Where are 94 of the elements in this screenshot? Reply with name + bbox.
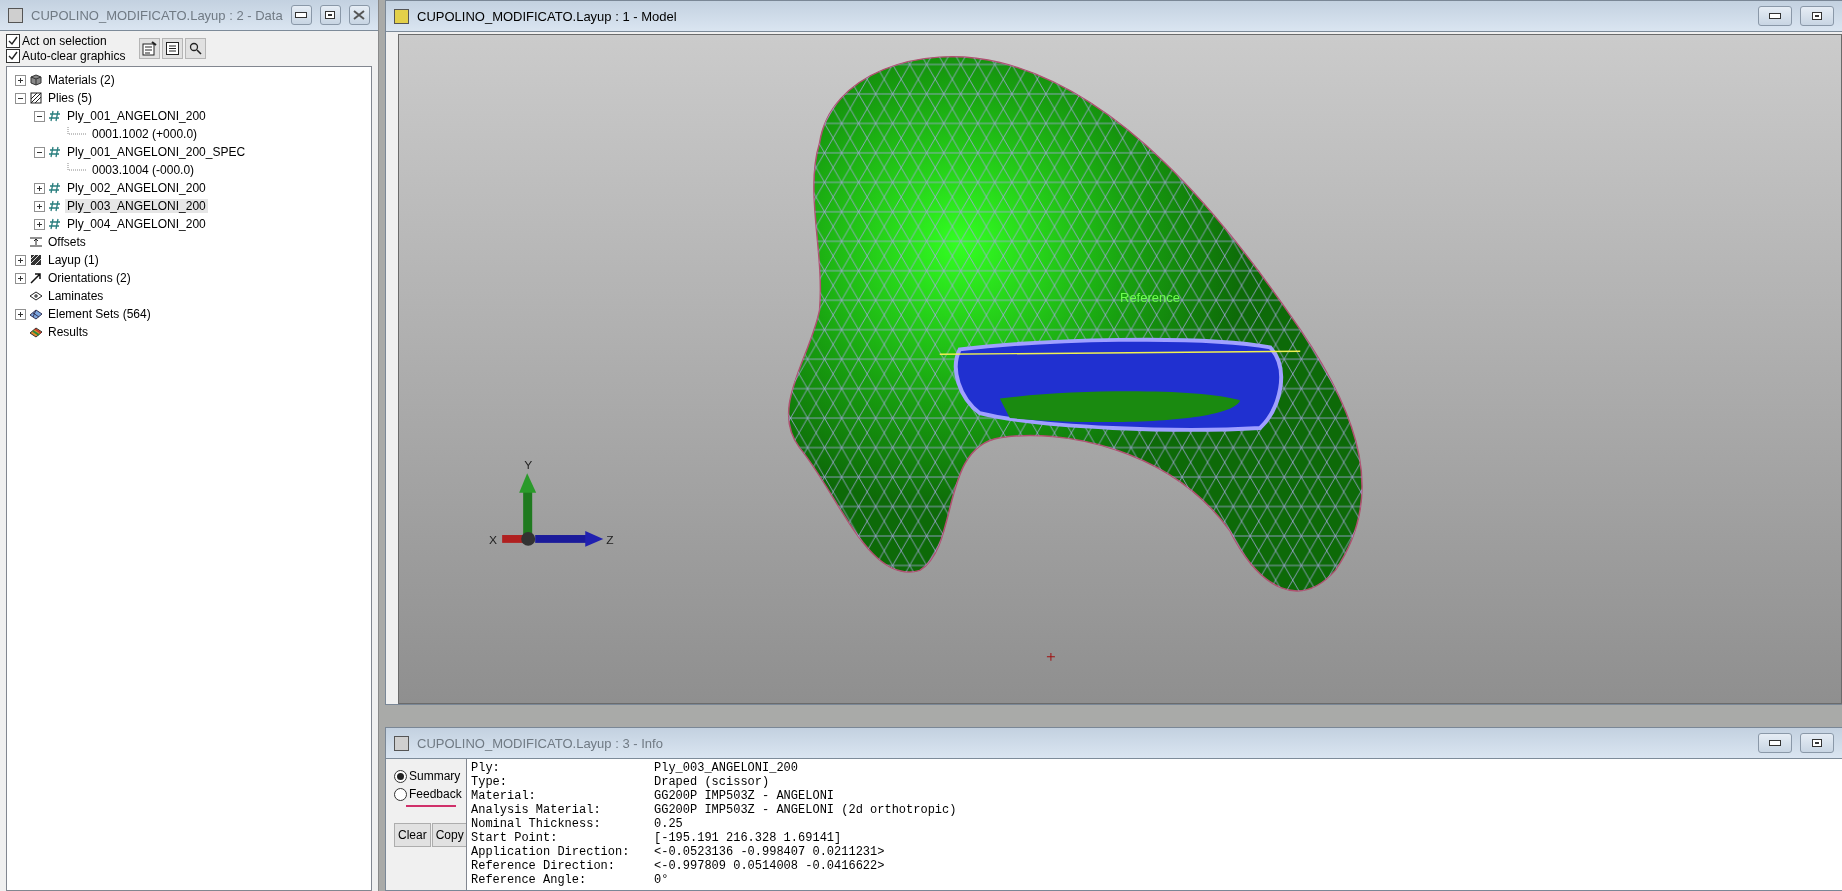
- property-value: Draped (scissor): [654, 775, 771, 789]
- element-set-icon: [29, 307, 43, 321]
- minimize-button[interactable]: [290, 5, 312, 25]
- restore-button[interactable]: [1800, 733, 1834, 753]
- properties-button[interactable]: [139, 38, 161, 59]
- search-button[interactable]: [185, 38, 207, 59]
- restore-button[interactable]: [1800, 6, 1834, 26]
- expand-toggle[interactable]: [34, 182, 45, 194]
- tree-item[interactable]: Element Sets (564): [46, 307, 153, 321]
- axis-label: Z: [606, 532, 614, 547]
- property-label: Start Point:: [471, 831, 559, 845]
- tree-item[interactable]: Offsets: [46, 235, 88, 249]
- property-value: Ply_003_ANGELONI_200: [654, 761, 800, 775]
- collapse-toggle[interactable]: [34, 146, 45, 158]
- minimize-icon: [1769, 13, 1781, 19]
- tree-item[interactable]: Ply_001_ANGELONI_200: [65, 109, 208, 123]
- cube-icon: [29, 73, 43, 87]
- close-icon: [353, 10, 366, 20]
- radio-label: Feedback: [409, 787, 462, 801]
- window-title: CUPOLINO_MODIFICATO.Layup : 3 - Info: [417, 735, 664, 751]
- tree-item[interactable]: Plies (5): [46, 91, 94, 105]
- collapse-toggle[interactable]: [34, 110, 45, 122]
- property-value: 0.25: [654, 817, 684, 831]
- hash-icon: [48, 217, 62, 231]
- expand-toggle[interactable]: [15, 254, 26, 266]
- minimize-icon: [1769, 740, 1781, 746]
- property-label: Reference Direction:: [471, 859, 617, 873]
- radio-button[interactable]: [394, 787, 407, 801]
- restore-icon: [1812, 739, 1822, 747]
- tree-item[interactable]: 0001.1002 (+000.0): [90, 127, 200, 141]
- expand-toggle[interactable]: [15, 74, 26, 86]
- axis-label: X: [489, 532, 498, 547]
- hash-icon: [48, 181, 62, 195]
- results-icon: [29, 325, 43, 339]
- laminate-icon: [29, 289, 43, 303]
- tree-item[interactable]: Ply_001_ANGELONI_200_SPEC: [65, 145, 248, 159]
- radio-dot-icon: [397, 772, 404, 780]
- tree-item[interactable]: Results: [46, 325, 90, 339]
- tree-item[interactable]: Layup (1): [46, 253, 101, 267]
- minimize-button[interactable]: [1758, 6, 1792, 26]
- arrow-icon: [29, 271, 43, 285]
- offset-icon: [29, 235, 43, 249]
- tree-item[interactable]: 0003.1004 (-000.0): [90, 163, 197, 177]
- close-button[interactable]: [348, 5, 370, 25]
- restore-icon: [1812, 12, 1822, 20]
- axis-label: Y: [524, 458, 533, 473]
- window-icon: [394, 8, 409, 24]
- tree-item[interactable]: Materials (2): [46, 73, 117, 87]
- property-value: 0°: [654, 873, 670, 887]
- property-value: GG200P IMP503Z - ANGELONI: [654, 789, 836, 803]
- list-button[interactable]: [162, 38, 184, 59]
- collapse-toggle[interactable]: [15, 92, 26, 104]
- property-label: Reference Angle:: [471, 873, 588, 887]
- window-title: CUPOLINO_MODIFICATO.Layup : 2 - Data: [31, 7, 283, 23]
- hatched-square-icon: [29, 91, 43, 105]
- property-label: Material:: [471, 789, 537, 803]
- tree-item[interactable]: Laminates: [46, 289, 106, 303]
- expand-toggle[interactable]: [34, 218, 45, 230]
- restore-button[interactable]: [319, 5, 341, 25]
- hash-icon: [48, 199, 62, 213]
- expand-toggle[interactable]: [15, 308, 26, 320]
- minimize-icon: [295, 12, 308, 18]
- tree-item[interactable]: Ply_003_ANGELONI_200: [65, 199, 208, 213]
- checkbox-label: Act on selection: [22, 34, 107, 48]
- action-button[interactable]: Copy: [431, 823, 468, 847]
- checkbox-label: Auto-clear graphics: [22, 49, 126, 63]
- property-label: Nominal Thickness:: [471, 817, 602, 831]
- property-value: [-195.191 216.328 1.69141]: [654, 831, 843, 845]
- tree-item[interactable]: Ply_004_ANGELONI_200: [65, 217, 208, 231]
- checkbox[interactable]: [6, 34, 20, 48]
- window-title: CUPOLINO_MODIFICATO.Layup : 1 - Model: [417, 8, 678, 24]
- crosshair-icon: [1046, 652, 1056, 662]
- layup-icon: [29, 253, 43, 267]
- restore-icon: [325, 11, 336, 19]
- property-value: <-0.0523136 -0.998407 0.0211231>: [654, 845, 886, 859]
- minimize-button[interactable]: [1758, 733, 1792, 753]
- hash-icon: [48, 109, 62, 123]
- radio-button[interactable]: [394, 769, 407, 783]
- action-button[interactable]: Clear: [394, 823, 431, 847]
- tree-item[interactable]: Orientations (2): [46, 271, 133, 285]
- window-icon: [8, 7, 23, 23]
- radio-label: Summary: [409, 769, 461, 783]
- tree-item[interactable]: Ply_002_ANGELONI_200: [65, 181, 208, 195]
- expand-toggle[interactable]: [15, 272, 26, 284]
- window-icon: [394, 735, 409, 751]
- checkbox[interactable]: [6, 49, 20, 63]
- property-value: <-0.997809 0.0514008 -0.0416622>: [654, 859, 886, 873]
- property-value: GG200P IMP503Z - ANGELONI (2d orthotropic): [654, 803, 958, 817]
- property-label: Ply:: [471, 761, 501, 775]
- property-label: Application Direction:: [471, 845, 631, 859]
- property-label: Analysis Material:: [471, 803, 602, 817]
- expand-toggle[interactable]: [34, 200, 45, 212]
- property-label: Type:: [471, 775, 508, 789]
- hash-icon: [48, 145, 62, 159]
